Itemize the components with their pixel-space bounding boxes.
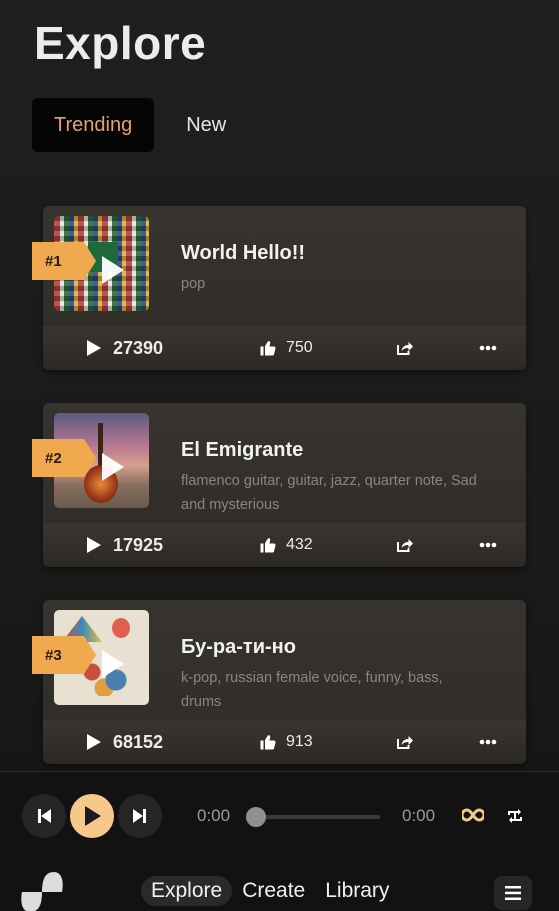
- song-title[interactable]: Бу-ра-ти-но: [181, 636, 296, 659]
- share-icon: [397, 736, 413, 749]
- share-icon: [397, 342, 413, 355]
- share-button[interactable]: [395, 326, 413, 370]
- previous-button[interactable]: [22, 794, 66, 838]
- page-title: Explore: [34, 17, 207, 69]
- play-count-value: 27390: [113, 337, 164, 358]
- song-tags: flamenco guitar, guitar, jazz, quarter n…: [181, 473, 477, 513]
- song-tags: pop: [181, 276, 206, 292]
- rank-badge: #1: [32, 242, 96, 280]
- thumbs-up-icon: [260, 735, 276, 750]
- repeat-one-icon: [508, 809, 522, 823]
- song-stats-bar: 27390 750: [43, 326, 526, 370]
- song-card[interactable]: #1 World Hello!! pop 27390 750: [32, 206, 526, 370]
- share-button[interactable]: [395, 523, 413, 567]
- ellipsis-icon: [479, 739, 497, 745]
- play-icon: [85, 806, 101, 826]
- play-icon: [87, 734, 101, 750]
- player-bar: 0:00 0:00 Explore Create Library: [0, 771, 559, 911]
- play-overlay-icon[interactable]: [102, 256, 124, 284]
- like-count-value: 913: [286, 733, 313, 750]
- menu-button[interactable]: [494, 876, 532, 910]
- infinity-icon: [460, 808, 486, 822]
- total-time: 0:00: [402, 806, 436, 825]
- more-options-button[interactable]: [479, 720, 497, 764]
- like-button[interactable]: 913: [259, 720, 313, 764]
- thumbs-up-icon: [260, 341, 276, 356]
- play-overlay-icon[interactable]: [102, 650, 124, 678]
- like-button[interactable]: 432: [259, 523, 313, 567]
- app-logo[interactable]: [20, 872, 64, 911]
- play-count[interactable]: 68152: [87, 720, 163, 764]
- next-button[interactable]: [118, 794, 162, 838]
- more-options-button[interactable]: [479, 326, 497, 370]
- play-button[interactable]: [70, 794, 114, 838]
- tab-bar: Trending New: [32, 98, 248, 152]
- tab-new[interactable]: New: [164, 98, 248, 152]
- like-count-value: 432: [286, 536, 313, 553]
- skip-next-icon: [133, 809, 146, 823]
- rank-badge: #3: [32, 636, 96, 674]
- progress-slider-handle[interactable]: [246, 807, 266, 827]
- song-card[interactable]: #3 Бу-ра-ти-но k-pop, russian female voi…: [32, 600, 526, 764]
- skip-previous-icon: [38, 809, 51, 823]
- current-time: 0:00: [197, 806, 231, 825]
- like-button[interactable]: 750: [259, 326, 313, 370]
- nav-explore[interactable]: Explore: [141, 876, 233, 906]
- nav-library[interactable]: Library: [315, 876, 399, 906]
- bottom-nav: Explore Create Library: [141, 876, 399, 906]
- play-count-value: 68152: [113, 731, 164, 752]
- rank-badge: #2: [32, 439, 96, 477]
- repeat-one-button[interactable]: [506, 807, 524, 830]
- infinite-loop-button[interactable]: [460, 808, 486, 827]
- like-count-value: 750: [286, 339, 313, 356]
- song-stats-bar: 17925 432: [43, 523, 526, 567]
- play-count-value: 17925: [113, 534, 164, 555]
- play-icon: [87, 537, 101, 553]
- play-count[interactable]: 27390: [87, 326, 163, 370]
- play-icon: [87, 340, 101, 356]
- ellipsis-icon: [479, 345, 497, 351]
- song-title[interactable]: World Hello!!: [181, 242, 305, 265]
- song-stats-bar: 68152 913: [43, 720, 526, 764]
- play-count[interactable]: 17925: [87, 523, 163, 567]
- thumbs-up-icon: [260, 538, 276, 553]
- tab-trending[interactable]: Trending: [32, 98, 155, 152]
- more-options-button[interactable]: [479, 523, 497, 567]
- song-card[interactable]: #2 El Emigrante flamenco guitar, guitar,…: [32, 403, 526, 567]
- progress-track[interactable]: [256, 815, 380, 819]
- song-title[interactable]: El Emigrante: [181, 439, 303, 462]
- play-overlay-icon[interactable]: [102, 453, 124, 481]
- song-tags: k-pop, russian female voice, funny, bass…: [181, 670, 443, 710]
- hamburger-menu-icon: [505, 886, 521, 900]
- nav-create[interactable]: Create: [232, 876, 315, 906]
- share-icon: [397, 539, 413, 552]
- share-button[interactable]: [395, 720, 413, 764]
- logo-icon: [21, 872, 63, 911]
- ellipsis-icon: [479, 542, 497, 548]
